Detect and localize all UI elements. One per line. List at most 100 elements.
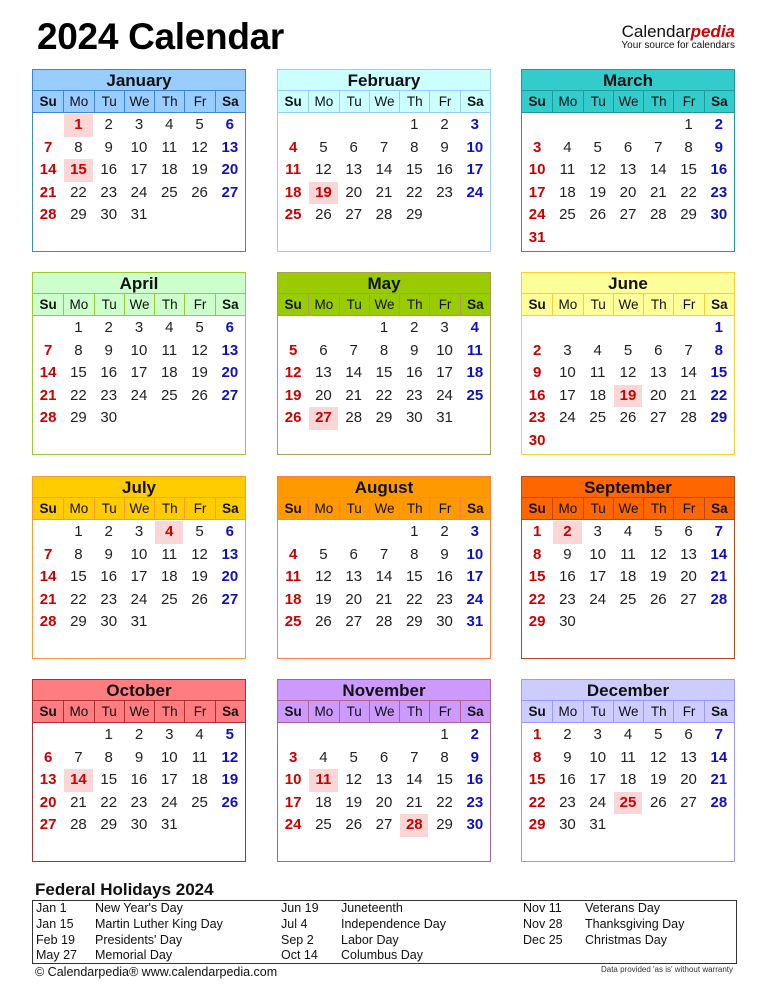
day-cell: 30 [405, 409, 423, 426]
day-cell: 21 [375, 183, 393, 201]
day-cell: 20 [221, 364, 239, 381]
day-cell: 17 [559, 386, 576, 404]
day-cell: 4 [623, 523, 633, 540]
weekday-label: Su [528, 297, 546, 312]
day-cell: 8 [74, 138, 83, 156]
empty-cell [64, 724, 92, 747]
month-title: July [33, 477, 245, 498]
day-cell: 12 [649, 545, 667, 563]
holiday-name: Christmas Day [585, 932, 667, 947]
day-cell: 31 [130, 206, 148, 223]
day-cell-holiday: 19 [309, 181, 338, 204]
day-cell: 6 [349, 138, 358, 156]
day-cell: 25 [284, 613, 302, 630]
day-cell: 19 [649, 568, 667, 585]
day-cell: 28 [345, 409, 363, 426]
day-cell: 25 [284, 206, 302, 223]
day-cell: 15 [436, 771, 453, 788]
weekday-label: Fr [184, 294, 214, 315]
day-cell: 5 [349, 748, 358, 766]
day-cell: 21 [649, 183, 667, 201]
day-cell: 4 [470, 319, 480, 336]
weekday-label: We [123, 701, 154, 722]
day-cell: 8 [410, 138, 419, 156]
day-cell: 9 [410, 341, 419, 359]
day-cell: 29 [70, 409, 87, 426]
weekday-label: Fr [184, 498, 214, 519]
day-cell: 27 [345, 613, 363, 630]
day-cell: 3 [563, 341, 572, 359]
day-cell: 13 [221, 138, 239, 156]
day-cell: 16 [436, 568, 453, 585]
brand-logo[interactable]: Calendarpedia Your source for calendars [621, 23, 735, 51]
day-cell: 10 [466, 138, 484, 156]
weekday-header-row: Su Mo Tu We Th Fr Sa [33, 294, 245, 316]
day-cell: 8 [74, 341, 83, 359]
weekday-header-row: Su Mo Tu We Th Fr Sa [522, 498, 734, 520]
day-cell: 10 [130, 545, 148, 563]
month-title: December [522, 680, 734, 701]
day-cell: 11 [161, 341, 178, 359]
day-cell: 8 [714, 341, 724, 359]
day-cell: 26 [345, 816, 363, 833]
day-cell: 24 [589, 793, 607, 811]
brand-name: Calendarpedia [621, 23, 735, 40]
holiday-name: Independence Day [341, 916, 446, 931]
empty-cell [523, 114, 551, 137]
day-cell: 30 [559, 816, 576, 833]
day-cell: 10 [436, 341, 453, 359]
day-cell: 22 [70, 183, 87, 201]
weekday-header-row: Su Mo Tu We Th Fr Sa [278, 498, 490, 520]
weekday-label: Mo [308, 91, 338, 112]
day-cell: 29 [100, 816, 118, 833]
day-cell: 2 [470, 726, 480, 743]
day-cell: 1 [104, 726, 113, 743]
holiday-name: Martin Luther King Day [95, 916, 223, 931]
empty-cell [370, 724, 398, 747]
day-cell: 16 [100, 161, 118, 178]
empty-cell [340, 114, 368, 137]
day-cell: 31 [160, 816, 178, 833]
month-december: December Su Mo Tu We Th Fr Sa 1 2 3 4 5 6 7 8 9 10 11 12 13 1… [521, 679, 735, 862]
day-cell: 18 [619, 771, 637, 788]
day-cell: 13 [345, 161, 363, 178]
day-cell: 7 [714, 523, 724, 540]
day-grid: 1 2 3 4 5 6 7 8 9 10 11 12 13 14 15 16 17 18 19 20 21 22 23 24 2… [33, 113, 245, 227]
empty-cell [370, 114, 398, 137]
weekday-label: Tu [93, 701, 124, 722]
day-cell: 12 [315, 161, 332, 178]
day-cell: 24 [589, 590, 607, 608]
weekday-label: Su [528, 94, 546, 109]
weekday-label: Sa [214, 701, 245, 722]
day-cell: 18 [466, 364, 484, 381]
day-cell: 13 [375, 771, 393, 788]
day-cell: 20 [315, 386, 332, 404]
day-cell: 30 [466, 816, 484, 833]
day-cell: 13 [221, 341, 239, 359]
empty-cell [584, 114, 612, 137]
day-cell: 13 [680, 545, 697, 563]
day-cell: 30 [100, 613, 118, 630]
day-cell: 21 [710, 568, 728, 585]
day-cell: 19 [649, 771, 667, 788]
day-cell: 3 [288, 748, 298, 766]
day-cell: 28 [39, 613, 57, 630]
holiday-date: Nov 28 [523, 916, 563, 931]
day-cell: 3 [134, 319, 144, 336]
day-cell: 11 [589, 364, 606, 381]
day-cell: 8 [379, 341, 389, 359]
day-cell: 5 [623, 341, 633, 359]
day-cell: 14 [345, 364, 363, 381]
day-cell: 2 [714, 116, 724, 133]
day-cell: 11 [466, 341, 483, 359]
day-cell: 23 [466, 793, 484, 811]
day-cell: 23 [436, 590, 453, 608]
day-cell: 27 [221, 183, 239, 201]
day-cell: 6 [684, 523, 693, 540]
weekday-label: Sa [214, 294, 245, 315]
day-cell: 25 [619, 590, 637, 608]
day-cell: 7 [43, 545, 53, 563]
weekday-label: We [123, 498, 154, 519]
day-grid: 1 2 3 4 5 6 7 8 9 10 11 12 13 14 15 16 17 18 19 20 21 22 23 24 2… [278, 113, 490, 227]
weekday-label: Sa [459, 91, 490, 112]
